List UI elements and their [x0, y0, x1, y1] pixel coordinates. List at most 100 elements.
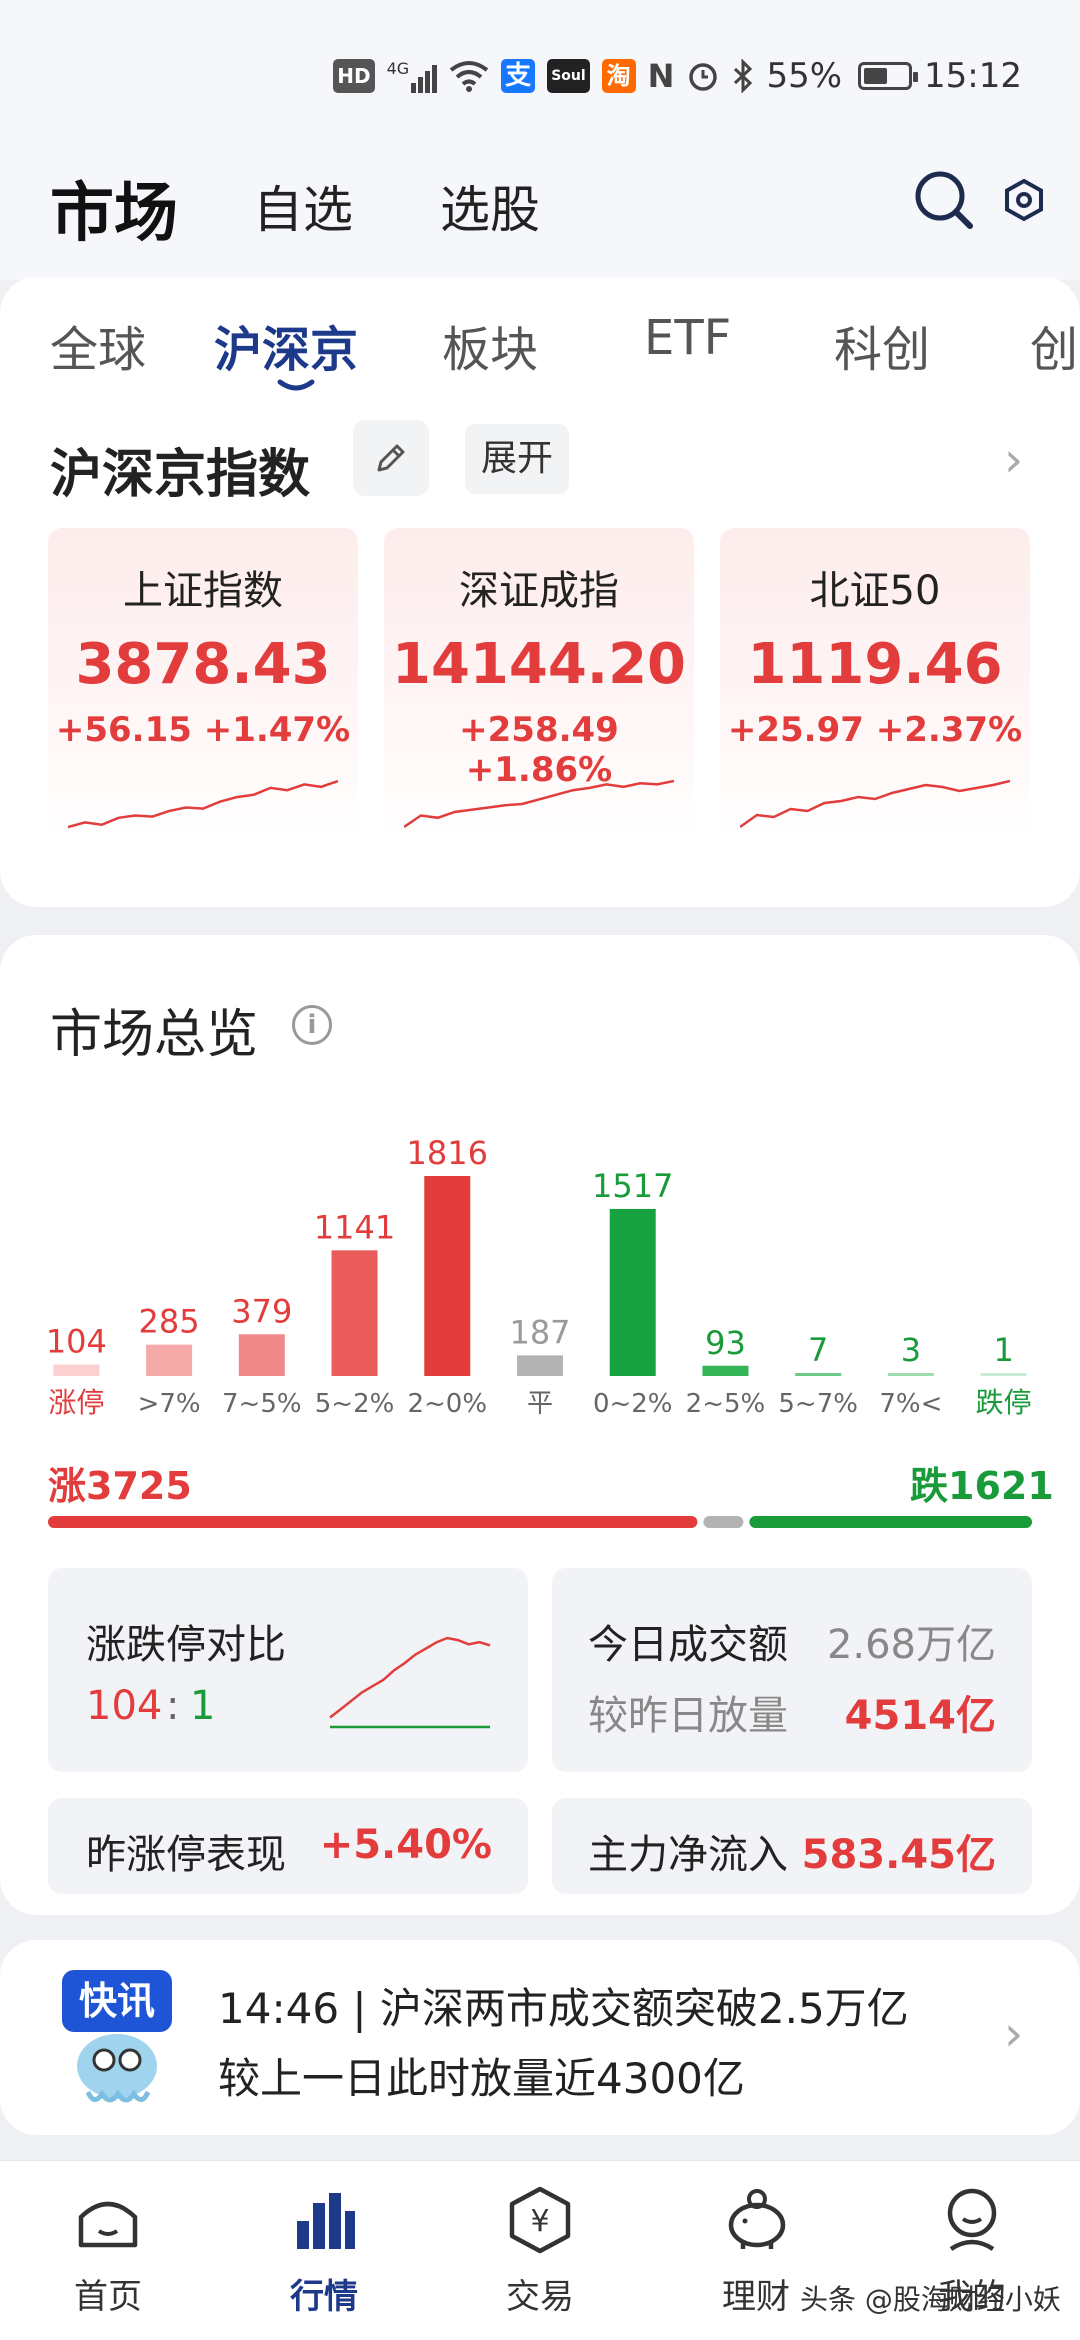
- bar-value-label: 104: [46, 1323, 107, 1361]
- news-headline-line1: 14:46 | 沪深两市成交额突破2.5万亿: [218, 1984, 909, 2033]
- tab-market[interactable]: 市场: [50, 162, 178, 254]
- bar-category-label: >7%: [138, 1389, 201, 1419]
- index-change: +25.97 +2.37%: [727, 710, 1023, 750]
- limit-compare-label: 涨跌停对比: [86, 1622, 286, 1668]
- price-change-distribution-chart: 104涨停285>7%3797~5%11415~2%18162~0%187平15…: [46, 1134, 1032, 1419]
- limit-sep: :: [166, 1683, 180, 1729]
- soul-icon: Soul: [547, 59, 590, 93]
- bar-6: [609, 1208, 656, 1376]
- news-headline-line2: 较上一日此时放量近4300亿: [218, 2054, 745, 2103]
- bar-value-label: 187: [509, 1313, 570, 1351]
- up-segment: [48, 1516, 698, 1528]
- bar-value-label: 285: [139, 1303, 200, 1341]
- bar-value-label: 1141: [314, 1208, 395, 1246]
- expand-button[interactable]: 展开: [465, 424, 569, 494]
- bar-category-label: 7~5%: [222, 1389, 302, 1419]
- edit-button[interactable]: [353, 420, 429, 496]
- bar-8: [795, 1373, 842, 1376]
- search-icon[interactable]: [912, 168, 976, 232]
- index-change: +56.15 +1.47%: [55, 710, 351, 750]
- tab-stock-picker[interactable]: 选股: [440, 170, 540, 242]
- battery-icon: [858, 62, 919, 90]
- down-segment: [749, 1516, 1032, 1528]
- overview-title: 市场总览: [50, 1005, 259, 1065]
- bar-category-label: 5~2%: [315, 1389, 395, 1419]
- trade-symbol: ¥: [530, 2204, 549, 2239]
- main-inflow-box[interactable]: 主力净流入 583.45亿: [552, 1798, 1032, 1894]
- bar-category-label: 涨停: [48, 1386, 104, 1419]
- bar-1: [146, 1344, 193, 1376]
- nav-home[interactable]: 首页: [38, 2185, 178, 2318]
- turnover-value: 2.68万亿: [826, 1622, 996, 1668]
- nav-trade[interactable]: ¥ 交易: [470, 2185, 610, 2318]
- piggy-bank-icon: [728, 2189, 786, 2249]
- subtab-hushenjing[interactable]: 沪深京: [214, 310, 358, 380]
- nav-home-label: 首页: [74, 2277, 142, 2317]
- bar-0: [53, 1364, 100, 1376]
- news-chevron-icon[interactable]: ›: [1004, 2006, 1023, 2062]
- bar-category-label: 2~5%: [686, 1389, 766, 1419]
- news-logo-text: 快讯: [79, 1979, 155, 2023]
- main-inflow-value: 583.45亿: [801, 1832, 996, 1878]
- info-icon[interactable]: i: [292, 1005, 332, 1045]
- turnover-box[interactable]: 今日成交额 2.68万亿 较昨日放量 4514亿: [552, 1568, 1032, 1772]
- limit-compare-box[interactable]: 涨跌停对比 104 : 1: [48, 1568, 528, 1772]
- index-sparkline: [68, 779, 338, 829]
- limit-down-count: 1: [190, 1683, 216, 1729]
- limit-up-line: [329, 1636, 491, 1719]
- index-value: 3878.43: [75, 632, 331, 697]
- subtab-star-market[interactable]: 科创: [834, 310, 930, 380]
- bar-value-label: 7: [808, 1331, 828, 1369]
- prev-limit-label: 昨涨停表现: [86, 1832, 286, 1878]
- alipay-icon: 支: [501, 59, 536, 93]
- nav-market[interactable]: 行情: [254, 2185, 394, 2318]
- bluetooth-icon: [734, 59, 753, 93]
- wifi-icon: [449, 61, 489, 92]
- index-sparkline: [404, 779, 674, 829]
- tab-watchlist[interactable]: 自选: [253, 170, 353, 242]
- bar-value-label: 1517: [592, 1167, 673, 1205]
- profile-icon: [947, 2188, 997, 2251]
- index-value: 14144.20: [391, 632, 687, 697]
- cell-signal-icon: 4G: [387, 59, 438, 93]
- up-down-ratio-bar: [48, 1516, 1032, 1528]
- bar-3: [331, 1250, 378, 1376]
- home-icon: [78, 2201, 138, 2248]
- watermark: 头条 @股海财经小妖: [800, 2283, 1061, 2316]
- index-card-sse[interactable]: 上证指数 3878.43 +56.15 +1.47%: [48, 528, 358, 840]
- flash-news-mascot-icon: 快讯: [62, 1970, 172, 2103]
- status-bar: HD 4G 支 Soul 淘 N 55% 15:12: [0, 0, 1080, 150]
- bar-5: [517, 1355, 563, 1376]
- bar-2: [238, 1334, 285, 1376]
- bar-value-label: 1816: [407, 1134, 488, 1172]
- index-name: 上证指数: [123, 568, 283, 614]
- turnover-label: 今日成交额: [588, 1622, 788, 1668]
- bar-category-label: 7%<: [879, 1389, 942, 1419]
- active-tab-indicator: [277, 379, 315, 391]
- index-value: 1119.46: [747, 632, 1003, 697]
- indices-more-chevron-icon[interactable]: ›: [1004, 432, 1023, 488]
- bar-value-label: 3: [901, 1331, 921, 1369]
- up-count-label: 涨3725: [48, 1464, 192, 1508]
- subtab-global[interactable]: 全球: [50, 310, 146, 380]
- nav-market-label: 行情: [290, 2277, 358, 2317]
- limit-compare-sparkline: [329, 1636, 491, 1729]
- bar-category-label: 2~0%: [407, 1389, 487, 1419]
- index-sparkline: [740, 779, 1010, 829]
- subtab-sectors[interactable]: 板块: [442, 310, 538, 380]
- prev-limit-value: +5.40%: [319, 1822, 492, 1868]
- settings-icon[interactable]: [1002, 178, 1046, 222]
- prev-limit-box[interactable]: 昨涨停表现 +5.40%: [48, 1798, 528, 1894]
- bar-value-label: 1: [993, 1331, 1013, 1369]
- indices-title: 沪深京指数: [50, 445, 311, 505]
- vs-yesterday-value: 4514亿: [844, 1693, 996, 1739]
- subtab-etf[interactable]: ETF: [644, 310, 731, 366]
- battery-percent: 55%: [766, 56, 843, 96]
- subtab-chinext[interactable]: 创: [1030, 310, 1078, 380]
- status-icons: HD 4G 支 Soul 淘 N 55% 15:12: [333, 56, 1022, 96]
- bar-7: [702, 1365, 749, 1376]
- bar-9: [887, 1373, 934, 1376]
- index-card-bse50[interactable]: 北证50 1119.46 +25.97 +2.37%: [720, 528, 1030, 840]
- pencil-icon: [377, 444, 405, 472]
- index-card-szse[interactable]: 深证成指 14144.20 +258.49 +1.86%: [384, 528, 694, 840]
